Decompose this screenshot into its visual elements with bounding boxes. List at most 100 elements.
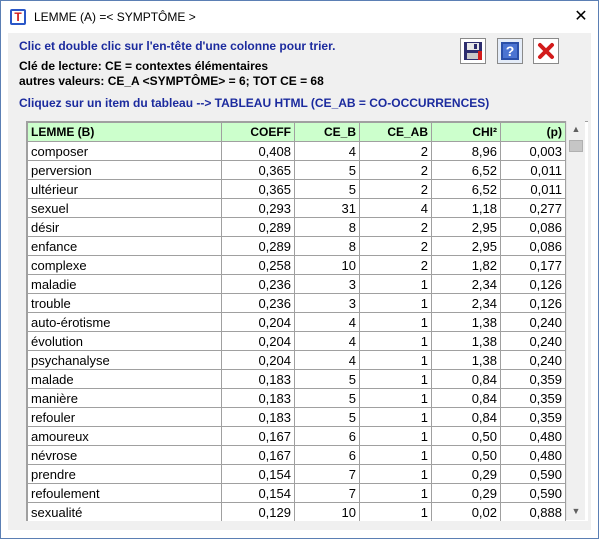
- cell-coeff[interactable]: 0,183: [221, 388, 295, 408]
- cell-p[interactable]: 0,590: [500, 483, 566, 503]
- cell-ce-b[interactable]: 5: [294, 388, 360, 408]
- cell-p[interactable]: 0,126: [500, 274, 566, 294]
- column-header-ce-b[interactable]: CE_B: [294, 122, 360, 142]
- cell-chi2[interactable]: 2,34: [431, 274, 501, 294]
- cell-lemme[interactable]: complexe: [27, 255, 222, 275]
- cell-coeff[interactable]: 0,154: [221, 464, 295, 484]
- column-header-ce-ab[interactable]: CE_AB: [359, 122, 432, 142]
- cell-ce-b[interactable]: 5: [294, 369, 360, 389]
- table-row[interactable]: évolution 0,204 4 1 1,38 0,240: [27, 331, 566, 351]
- table-row[interactable]: sexuel 0,293 31 4 1,18 0,277: [27, 198, 566, 218]
- cell-p[interactable]: 0,011: [500, 160, 566, 180]
- cell-lemme[interactable]: trouble: [27, 293, 222, 313]
- cell-ce-ab[interactable]: 2: [359, 160, 432, 180]
- cell-chi2[interactable]: 0,84: [431, 369, 501, 389]
- cell-chi2[interactable]: 0,29: [431, 483, 501, 503]
- cell-p[interactable]: 0,003: [500, 141, 566, 161]
- cell-coeff[interactable]: 0,183: [221, 407, 295, 427]
- cell-chi2[interactable]: 8,96: [431, 141, 501, 161]
- cell-ce-b[interactable]: 6: [294, 445, 360, 465]
- cell-ce-ab[interactable]: 2: [359, 255, 432, 275]
- cell-lemme[interactable]: prendre: [27, 464, 222, 484]
- cell-ce-ab[interactable]: 1: [359, 331, 432, 351]
- cell-coeff[interactable]: 0,365: [221, 160, 295, 180]
- vertical-scrollbar[interactable]: ▲ ▼: [566, 121, 585, 520]
- cell-chi2[interactable]: 1,38: [431, 350, 501, 370]
- cell-lemme[interactable]: sexualité: [27, 502, 222, 521]
- cell-coeff[interactable]: 0,289: [221, 236, 295, 256]
- table-row[interactable]: psychanalyse 0,204 4 1 1,38 0,240: [27, 350, 566, 370]
- cell-ce-ab[interactable]: 1: [359, 293, 432, 313]
- cell-p[interactable]: 0,359: [500, 388, 566, 408]
- cell-chi2[interactable]: 0,84: [431, 407, 501, 427]
- cell-lemme[interactable]: psychanalyse: [27, 350, 222, 370]
- table-row[interactable]: sexualité 0,129 10 1 0,02 0,888: [27, 502, 566, 521]
- cell-coeff[interactable]: 0,365: [221, 179, 295, 199]
- cell-lemme[interactable]: désir: [27, 217, 222, 237]
- cell-ce-ab[interactable]: 1: [359, 426, 432, 446]
- cell-ce-ab[interactable]: 2: [359, 141, 432, 161]
- cell-lemme[interactable]: malade: [27, 369, 222, 389]
- cell-coeff[interactable]: 0,154: [221, 483, 295, 503]
- cell-p[interactable]: 0,359: [500, 369, 566, 389]
- scroll-up-arrow-icon[interactable]: ▲: [567, 121, 585, 138]
- cell-ce-b[interactable]: 8: [294, 217, 360, 237]
- cell-ce-ab[interactable]: 1: [359, 483, 432, 503]
- window-close-button[interactable]: ✕: [564, 3, 598, 31]
- table-row[interactable]: complexe 0,258 10 2 1,82 0,177: [27, 255, 566, 275]
- cell-chi2[interactable]: 6,52: [431, 160, 501, 180]
- cell-lemme[interactable]: amoureux: [27, 426, 222, 446]
- cell-ce-b[interactable]: 8: [294, 236, 360, 256]
- cell-coeff[interactable]: 0,167: [221, 426, 295, 446]
- cell-ce-b[interactable]: 4: [294, 331, 360, 351]
- cell-ce-b[interactable]: 3: [294, 274, 360, 294]
- cell-ce-ab[interactable]: 1: [359, 502, 432, 521]
- cell-ce-b[interactable]: 3: [294, 293, 360, 313]
- cell-coeff[interactable]: 0,258: [221, 255, 295, 275]
- cell-coeff[interactable]: 0,408: [221, 141, 295, 161]
- table-row[interactable]: ultérieur 0,365 5 2 6,52 0,011: [27, 179, 566, 199]
- cell-coeff[interactable]: 0,204: [221, 331, 295, 351]
- cell-p[interactable]: 0,240: [500, 331, 566, 351]
- cell-chi2[interactable]: 0,29: [431, 464, 501, 484]
- cell-ce-ab[interactable]: 4: [359, 198, 432, 218]
- cell-lemme[interactable]: composer: [27, 141, 222, 161]
- table-row[interactable]: désir 0,289 8 2 2,95 0,086: [27, 217, 566, 237]
- cell-lemme[interactable]: perversion: [27, 160, 222, 180]
- close-button[interactable]: [533, 38, 559, 64]
- table-row[interactable]: auto-érotisme 0,204 4 1 1,38 0,240: [27, 312, 566, 332]
- cell-ce-b[interactable]: 5: [294, 160, 360, 180]
- cell-ce-ab[interactable]: 1: [359, 350, 432, 370]
- column-header-lemme[interactable]: LEMME (B): [27, 122, 222, 142]
- cell-coeff[interactable]: 0,167: [221, 445, 295, 465]
- scroll-thumb[interactable]: [569, 140, 583, 152]
- cell-p[interactable]: 0,359: [500, 407, 566, 427]
- cell-chi2[interactable]: 1,38: [431, 312, 501, 332]
- cell-chi2[interactable]: 1,82: [431, 255, 501, 275]
- cell-chi2[interactable]: 0,02: [431, 502, 501, 521]
- cell-ce-b[interactable]: 10: [294, 502, 360, 521]
- cell-lemme[interactable]: sexuel: [27, 198, 222, 218]
- cell-coeff[interactable]: 0,204: [221, 312, 295, 332]
- cell-ce-b[interactable]: 5: [294, 407, 360, 427]
- table-row[interactable]: perversion 0,365 5 2 6,52 0,011: [27, 160, 566, 180]
- cell-chi2[interactable]: 1,18: [431, 198, 501, 218]
- cell-chi2[interactable]: 0,50: [431, 426, 501, 446]
- scroll-down-arrow-icon[interactable]: ▼: [567, 503, 585, 520]
- cell-chi2[interactable]: 0,50: [431, 445, 501, 465]
- cell-lemme[interactable]: névrose: [27, 445, 222, 465]
- cell-lemme[interactable]: maladie: [27, 274, 222, 294]
- table-row[interactable]: manière 0,183 5 1 0,84 0,359: [27, 388, 566, 408]
- cell-ce-b[interactable]: 4: [294, 141, 360, 161]
- table-row[interactable]: malade 0,183 5 1 0,84 0,359: [27, 369, 566, 389]
- table-row[interactable]: trouble 0,236 3 1 2,34 0,126: [27, 293, 566, 313]
- cell-chi2[interactable]: 2,95: [431, 236, 501, 256]
- table-row[interactable]: névrose 0,167 6 1 0,50 0,480: [27, 445, 566, 465]
- column-header-p[interactable]: (p): [500, 122, 566, 142]
- cell-coeff[interactable]: 0,129: [221, 502, 295, 521]
- cell-ce-ab[interactable]: 1: [359, 369, 432, 389]
- cell-p[interactable]: 0,126: [500, 293, 566, 313]
- cell-p[interactable]: 0,888: [500, 502, 566, 521]
- table-row[interactable]: composer 0,408 4 2 8,96 0,003: [27, 141, 566, 161]
- cell-ce-b[interactable]: 6: [294, 426, 360, 446]
